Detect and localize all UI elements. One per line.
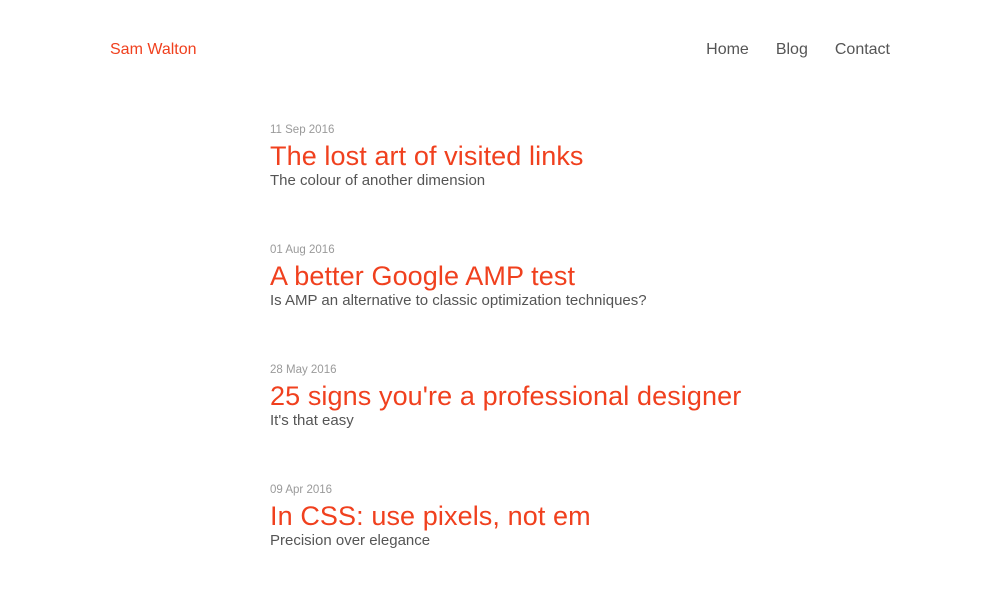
site-header: Sam Walton Home Blog Contact (0, 0, 1000, 100)
post-title-link[interactable]: In CSS: use pixels, not em (270, 501, 890, 531)
main-nav: Home Blog Contact (706, 40, 890, 60)
post-date: 28 May 2016 (270, 364, 337, 376)
post-item: 28 May 2016 25 signs you're a profession… (270, 363, 890, 483)
post-subtitle: It's that easy (270, 412, 354, 429)
post-item: 01 Aug 2016 A better Google AMP test Is … (270, 243, 890, 363)
post-item: 11 Sep 2016 The lost art of visited link… (270, 123, 890, 243)
post-title-link[interactable]: 25 signs you're a professional designer (270, 381, 890, 411)
post-subtitle: Is AMP an alternative to classic optimiz… (270, 292, 647, 309)
post-date: 11 Sep 2016 (270, 124, 335, 136)
site-brand-link[interactable]: Sam Walton (110, 40, 197, 60)
post-item: 09 Apr 2016 In CSS: use pixels, not em P… (270, 483, 890, 603)
post-subtitle: Precision over elegance (270, 532, 431, 549)
nav-contact-link[interactable]: Contact (835, 40, 890, 60)
post-list: 11 Sep 2016 The lost art of visited link… (270, 123, 890, 603)
post-title-link[interactable]: The lost art of visited links (270, 141, 890, 171)
nav-blog-link[interactable]: Blog (776, 40, 808, 60)
post-title-link[interactable]: A better Google AMP test (270, 261, 890, 291)
post-date: 09 Apr 2016 (270, 484, 333, 496)
post-date: 01 Aug 2016 (270, 244, 335, 256)
post-subtitle: The colour of another dimension (270, 172, 486, 189)
nav-home-link[interactable]: Home (706, 40, 749, 60)
